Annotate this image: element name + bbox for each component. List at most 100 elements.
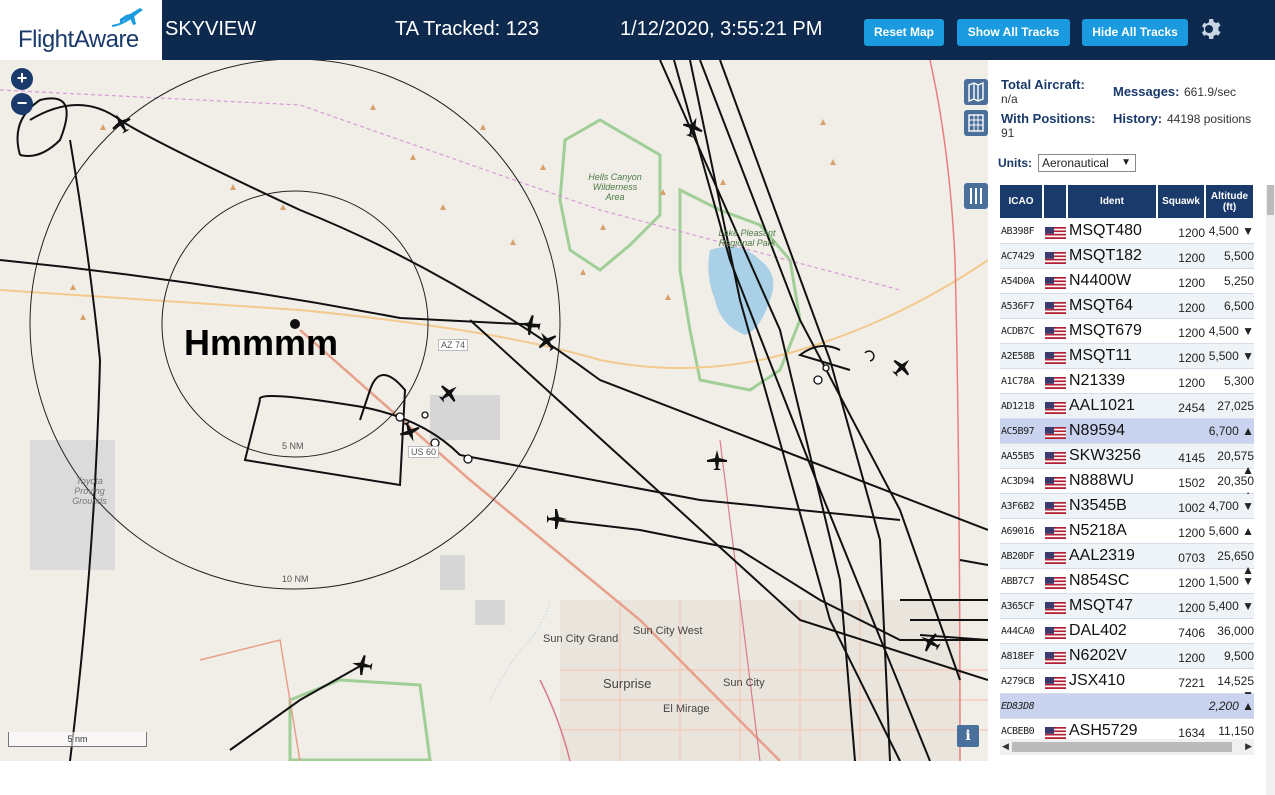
table-row[interactable]: A69016 N5218A 1200 5,600 ▲	[1000, 519, 1254, 544]
cell-altitude: 9,500	[1223, 649, 1254, 663]
us-flag-icon	[1045, 451, 1066, 464]
cell-altitude: 5,400 ▼	[1208, 599, 1254, 613]
table-row[interactable]: A818EF N6202V 1200 9,500	[1000, 644, 1254, 669]
gear-icon[interactable]	[1199, 17, 1223, 41]
table-row[interactable]: AC3D94N888WU150220,350 ▲	[1000, 469, 1254, 502]
map-layer-button[interactable]	[964, 79, 988, 105]
us-flag-icon	[1045, 351, 1066, 364]
place-surprise: Surprise	[603, 676, 652, 691]
col-header-squawk[interactable]: Squawk	[1158, 185, 1205, 218]
us-flag-icon	[1045, 326, 1066, 339]
cell-ident[interactable]: N854SC	[1069, 572, 1129, 590]
us-flag-icon	[1045, 226, 1066, 239]
logo[interactable]: FlightAware	[0, 0, 162, 60]
map-view[interactable]: 5 NM 10 NM AZ 74 US 60 Hells Canyon Wild…	[0, 60, 988, 761]
cell-altitude: 6,700 ▲	[1208, 424, 1254, 438]
table-row[interactable]: AD1218 AAL1021 2454 27,025	[1000, 394, 1254, 419]
cell-icao: A2E58B	[1001, 351, 1035, 362]
columns-icon	[970, 188, 982, 204]
cell-altitude: 4,500 ▼	[1208, 224, 1254, 238]
chevron-down-icon: ▼	[1121, 157, 1131, 168]
with-positions-value: 91	[1001, 126, 1015, 140]
cell-squawk: 1200	[1178, 576, 1205, 590]
place-sun-city: Sun City	[723, 677, 765, 689]
cell-ident[interactable]: SKW3256	[1069, 447, 1141, 465]
cell-ident[interactable]: N5218A	[1069, 522, 1127, 540]
cell-squawk: 0703	[1178, 551, 1205, 565]
us-flag-icon	[1045, 551, 1066, 564]
total-aircraft-label: Total Aircraft:	[1001, 77, 1085, 92]
logo-text: FlightAware	[18, 26, 139, 53]
cell-ident[interactable]: N4400W	[1069, 272, 1131, 290]
cell-ident[interactable]: N3545B	[1069, 497, 1127, 515]
cell-ident[interactable]: MSQT480	[1069, 222, 1142, 240]
us-flag-icon	[1045, 676, 1066, 689]
table-row[interactable]: A365CF MSQT47 1200 5,400 ▼	[1000, 594, 1254, 619]
table-row[interactable]: A1C78A N21339 1200 5,300	[1000, 369, 1254, 394]
table-row[interactable]: A536F7 MSQT64 1200 6,500	[1000, 294, 1254, 319]
cell-squawk: 1200	[1178, 651, 1205, 665]
cell-ident[interactable]: MSQT11	[1069, 347, 1132, 365]
table-row[interactable]: AC5B97 N89594 6,700 ▲	[1000, 419, 1254, 444]
cell-icao: ACBEB0	[1001, 726, 1035, 737]
range-grid-button[interactable]	[964, 110, 988, 136]
place-el-mirage: El Mirage	[663, 703, 710, 715]
units-select[interactable]: Aeronautical ▼	[1038, 154, 1136, 172]
table-row[interactable]: ABB7C7 N854SC 1200 1,500 ▼	[1000, 569, 1254, 594]
table-row[interactable]: A3F6B2 N3545B 1002 4,700 ▼	[1000, 494, 1254, 519]
scroll-left-icon[interactable]: ◀	[1002, 741, 1009, 752]
cell-ident[interactable]: MSQT182	[1069, 247, 1142, 265]
cell-squawk: 1634	[1178, 726, 1205, 740]
horizontal-scrollbar[interactable]: ◀ ▶	[1000, 739, 1254, 755]
col-header-flag[interactable]	[1044, 185, 1067, 218]
cell-ident[interactable]: N21339	[1069, 372, 1125, 390]
cell-ident[interactable]: MSQT679	[1069, 322, 1142, 340]
table-row[interactable]: AC7429 MSQT182 1200 5,500	[1000, 244, 1254, 269]
vertical-scrollbar[interactable]	[1266, 185, 1275, 795]
table-row[interactable]: ACDB7C MSQT679 1200 4,500 ▼	[1000, 319, 1254, 344]
cell-icao: ACDB7C	[1001, 326, 1035, 337]
table-row[interactable]: AB20DF AAL2319 0703 25,650 ▲	[1000, 544, 1254, 577]
table-row[interactable]: AB398F MSQT480 1200 4,500 ▼	[1000, 219, 1254, 244]
hide-all-tracks-button[interactable]: Hide All Tracks	[1082, 19, 1188, 46]
toggle-columns-button[interactable]	[964, 183, 988, 209]
zoom-out-button[interactable]: −	[11, 93, 33, 115]
cell-ident[interactable]: AAL2319	[1069, 547, 1135, 565]
cell-ident[interactable]: JSX410	[1069, 672, 1125, 690]
us-flag-icon	[1045, 376, 1066, 389]
table-row[interactable]: A54D0A N4400W 1200 5,250	[1000, 269, 1254, 294]
cell-ident[interactable]: DAL402	[1069, 622, 1127, 640]
cell-ident[interactable]: N6202V	[1069, 647, 1127, 665]
reset-map-button[interactable]: Reset Map	[864, 19, 944, 46]
zoom-in-button[interactable]: +	[11, 68, 33, 90]
table-row[interactable]: ED83D8 2,200 ▲	[1000, 694, 1254, 719]
us-flag-icon	[1045, 726, 1066, 739]
col-header-icao[interactable]: ICAO	[1000, 185, 1043, 218]
cell-ident[interactable]: N89594	[1069, 422, 1125, 440]
place-toyota: Toyota Proving Grounds	[72, 476, 107, 506]
cell-icao: AC5B97	[1001, 426, 1035, 437]
table-row[interactable]: AA55B5 SKW3256 4145 20,575 ▲	[1000, 444, 1254, 477]
col-header-altitude[interactable]: Altitude (ft)	[1206, 185, 1254, 218]
cell-squawk: 1200	[1178, 276, 1205, 290]
units-selected-value: Aeronautical	[1042, 156, 1109, 170]
cell-ident[interactable]: MSQT47	[1069, 597, 1133, 615]
cell-ident[interactable]: N888WU	[1069, 472, 1134, 490]
show-all-tracks-button[interactable]: Show All Tracks	[957, 19, 1070, 46]
us-flag-icon	[1045, 626, 1066, 639]
cell-squawk: 1200	[1178, 376, 1205, 390]
col-header-ident[interactable]: Ident	[1068, 185, 1157, 218]
cell-squawk: 1002	[1178, 501, 1205, 515]
table-row[interactable]: A44CA0 DAL402 7406 36,000	[1000, 619, 1254, 644]
cell-ident[interactable]: AAL1021	[1069, 397, 1135, 415]
place-sun-city-west: Sun City West	[633, 625, 703, 637]
map-icon	[968, 81, 984, 103]
table-row[interactable]: A2E58B MSQT11 1200 5,500 ▼	[1000, 344, 1254, 369]
info-button[interactable]: i	[957, 725, 979, 747]
us-flag-icon	[1045, 276, 1066, 289]
cell-ident[interactable]: MSQT64	[1069, 297, 1133, 315]
scroll-right-icon[interactable]: ▶	[1245, 741, 1252, 752]
cell-icao: A365CF	[1001, 601, 1035, 612]
table-row[interactable]: A279CBJSX410722114,525 ▼	[1000, 669, 1254, 702]
cell-ident[interactable]: ASH5729	[1069, 722, 1138, 740]
